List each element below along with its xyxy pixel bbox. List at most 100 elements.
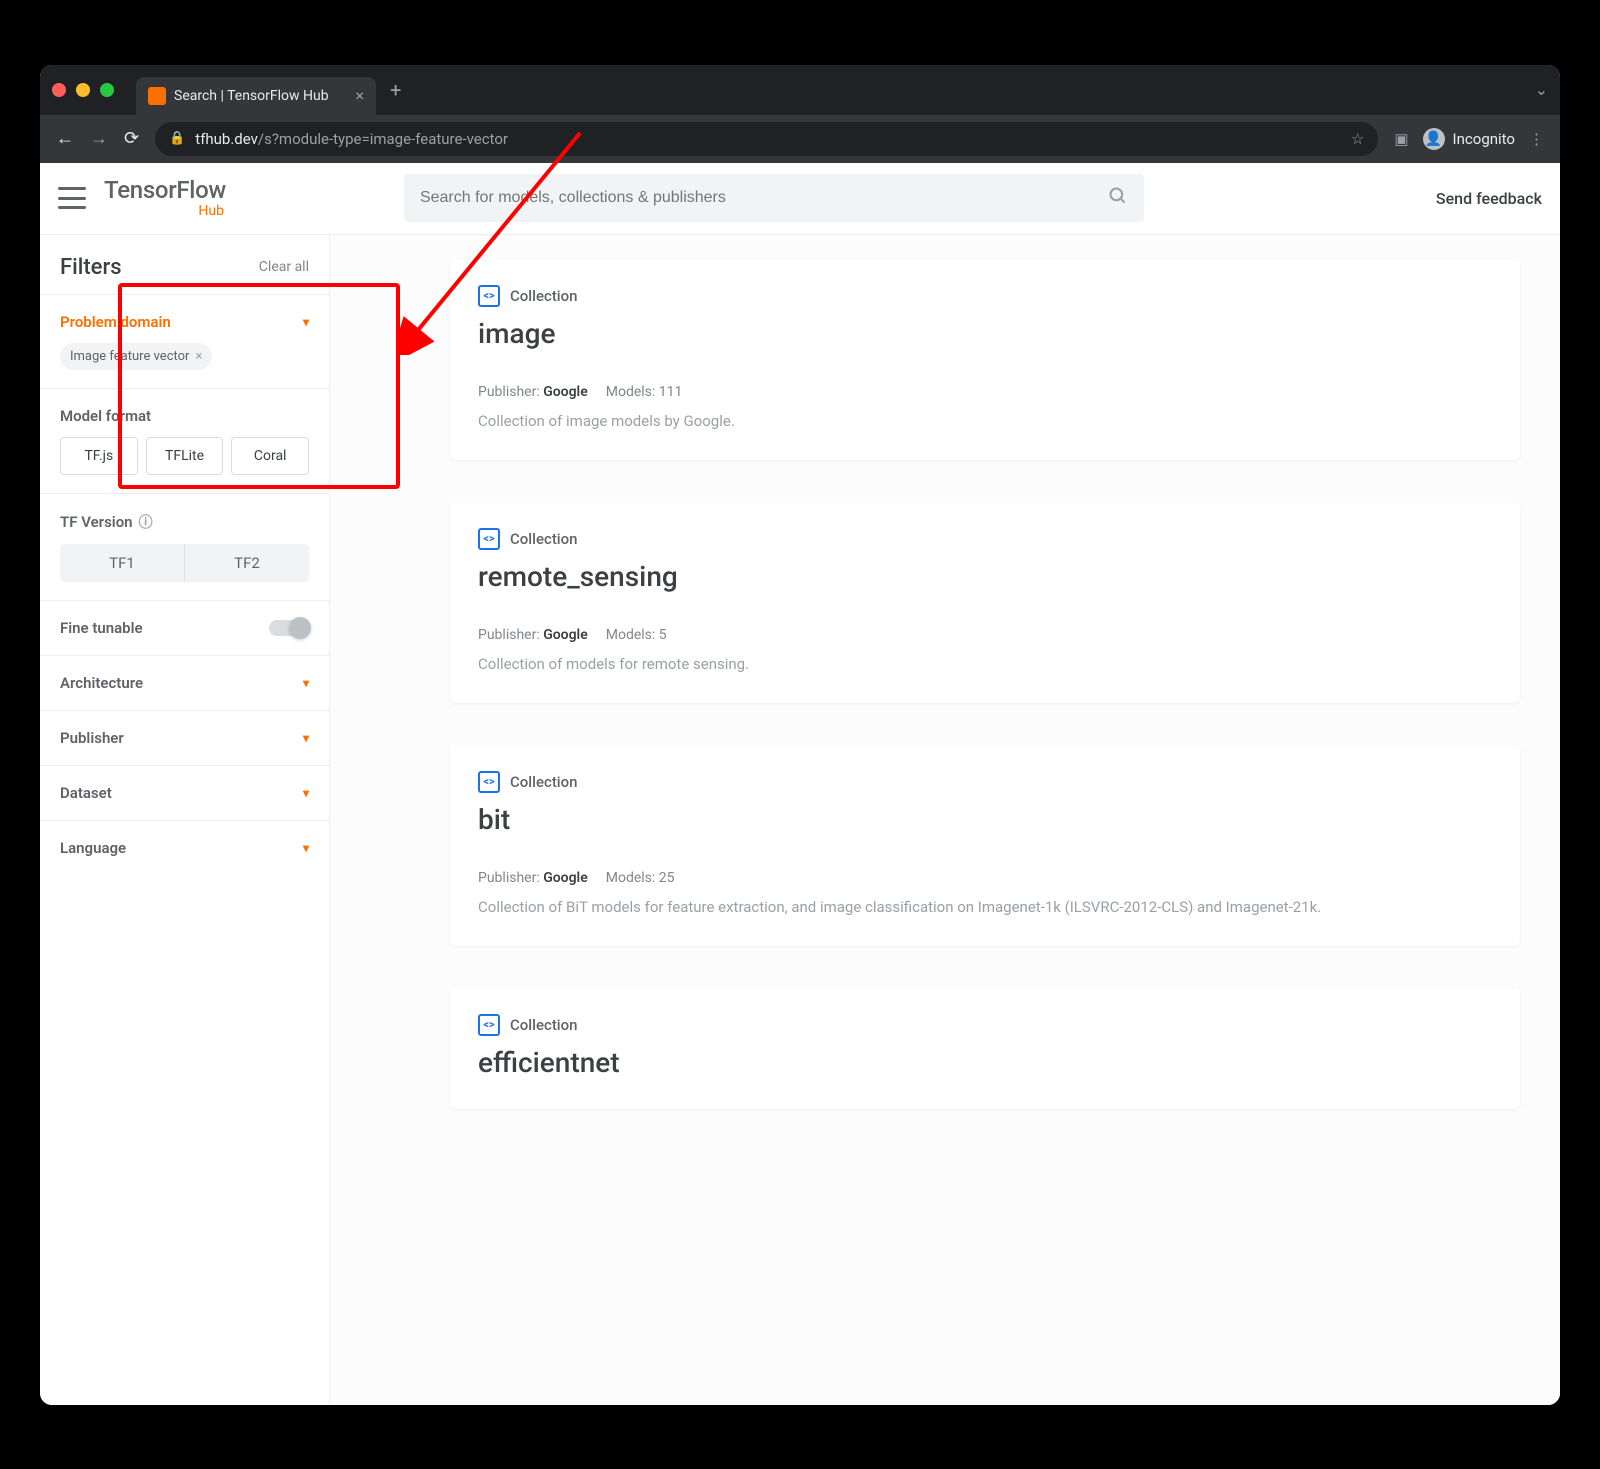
collection-icon: <> (478, 1014, 500, 1036)
filter-problem-domain[interactable]: Problem domain ▾ Image feature vector × (40, 294, 329, 388)
models-label: Models: (606, 870, 656, 886)
filters-sidebar: Filters Clear all Problem domain ▾ Image… (40, 235, 330, 1405)
card-desc: Collection of BiT models for feature ext… (478, 898, 1492, 916)
url-input[interactable]: 🔒 tfhub.dev/s?module-type=image-feature-… (155, 122, 1378, 156)
filter-label: Model format (60, 407, 151, 425)
incognito-label: Incognito (1453, 130, 1515, 148)
filter-chip[interactable]: Image feature vector × (60, 343, 212, 370)
logo-main: TensorFlow (104, 178, 226, 202)
result-card[interactable]: <> Collection remote_sensing Publisher: G… (450, 502, 1520, 703)
publisher-label: Publisher: (478, 627, 540, 643)
models-label: Models: (606, 627, 656, 643)
tabbar-chevron-icon[interactable]: ⌄ (1535, 80, 1548, 99)
publisher-value: Google (543, 384, 588, 400)
fine-tunable-toggle[interactable] (269, 620, 309, 636)
incognito-icon: 👤 (1423, 128, 1445, 150)
chevron-down-icon: ▾ (303, 731, 309, 745)
card-title: bit (478, 803, 1492, 836)
window-close-icon[interactable] (52, 83, 66, 97)
extensions-icon[interactable]: ▣ (1394, 130, 1408, 148)
filter-fine-tunable: Fine tunable (40, 600, 329, 655)
chevron-down-icon: ▾ (303, 841, 309, 855)
card-title: efficientnet (478, 1046, 1492, 1079)
models-value: 111 (659, 384, 683, 400)
nav-forward-button[interactable]: → (90, 128, 108, 149)
format-tfjs-button[interactable]: TF.js (60, 437, 138, 475)
window-maximize-icon[interactable] (100, 83, 114, 97)
tab-title: Search | TensorFlow Hub (174, 88, 329, 104)
bookmark-star-icon[interactable]: ☆ (1351, 130, 1364, 148)
search-icon[interactable] (1108, 186, 1128, 211)
filter-architecture[interactable]: Architecture ▾ (40, 655, 329, 710)
filters-header: Filters Clear all (40, 235, 329, 294)
results-main: <> Collection image Publisher: Google Mod… (330, 235, 1560, 1405)
format-tflite-button[interactable]: TFLite (146, 437, 224, 475)
filter-label: Dataset (60, 784, 112, 802)
browser-address-bar: ← → ⟳ 🔒 tfhub.dev/s?module-type=image-fe… (40, 115, 1560, 163)
filter-publisher[interactable]: Publisher ▾ (40, 710, 329, 765)
nav-back-button[interactable]: ← (56, 128, 74, 149)
page-header: TensorFlow Hub Send feedback (40, 163, 1560, 235)
result-card[interactable]: <> Collection bit Publisher: Google Model… (450, 745, 1520, 946)
publisher-label: Publisher: (478, 870, 540, 886)
models-value: 25 (659, 870, 675, 886)
collection-icon: <> (478, 285, 500, 307)
collection-icon: <> (478, 528, 500, 550)
logo-sub: Hub (198, 204, 224, 218)
publisher-value: Google (543, 627, 588, 643)
tag-label: Collection (510, 530, 578, 548)
filter-label: Architecture (60, 674, 143, 692)
models-value: 5 (659, 627, 667, 643)
filter-label: Language (60, 839, 126, 857)
result-card[interactable]: <> Collection efficientnet (450, 988, 1520, 1109)
logo[interactable]: TensorFlow Hub (104, 178, 226, 218)
window-controls (52, 83, 114, 97)
window-minimize-icon[interactable] (76, 83, 90, 97)
tag-label: Collection (510, 773, 578, 791)
format-coral-button[interactable]: Coral (231, 437, 309, 475)
chevron-down-icon: ▾ (303, 676, 309, 690)
chip-label: Image feature vector (70, 349, 189, 364)
card-title: remote_sensing (478, 560, 1492, 593)
help-icon[interactable]: ⓘ (139, 512, 153, 532)
search-box[interactable] (404, 174, 1144, 222)
filter-label: Publisher (60, 729, 124, 747)
filter-language[interactable]: Language ▾ (40, 820, 329, 875)
new-tab-button[interactable]: + (390, 78, 401, 102)
browser-tab[interactable]: Search | TensorFlow Hub × (136, 77, 376, 115)
card-desc: Collection of models for remote sensing. (478, 655, 1492, 673)
chevron-down-icon: ▾ (303, 786, 309, 800)
incognito-badge: 👤 Incognito (1423, 128, 1515, 150)
nav-reload-button[interactable]: ⟳ (124, 128, 139, 149)
filter-tf-version: TF Version ⓘ TF1 TF2 (40, 493, 329, 600)
filter-label: Fine tunable (60, 619, 143, 637)
url-domain: tfhub.dev (195, 130, 258, 148)
tab-close-icon[interactable]: × (355, 86, 364, 105)
models-label: Models: (606, 384, 656, 400)
tf2-button[interactable]: TF2 (185, 544, 309, 582)
tag-label: Collection (510, 1016, 578, 1034)
browser-tab-bar: Search | TensorFlow Hub × + ⌄ (40, 65, 1560, 115)
filter-model-format: Model format TF.js TFLite Coral (40, 388, 329, 493)
url-path: /s?module-type=image-feature-vector (258, 130, 508, 148)
hamburger-menu-button[interactable] (58, 187, 86, 209)
publisher-value: Google (543, 870, 588, 886)
card-desc: Collection of image models by Google. (478, 412, 1492, 430)
result-card[interactable]: <> Collection image Publisher: Google Mod… (450, 259, 1520, 460)
filter-dataset[interactable]: Dataset ▾ (40, 765, 329, 820)
chevron-down-icon: ▾ (303, 315, 309, 329)
tab-favicon-icon (148, 87, 166, 105)
lock-icon: 🔒 (169, 131, 185, 146)
card-title: image (478, 317, 1492, 350)
send-feedback-link[interactable]: Send feedback (1436, 189, 1542, 208)
filter-label: TF Version (60, 513, 133, 531)
tag-label: Collection (510, 287, 578, 305)
clear-all-link[interactable]: Clear all (259, 259, 309, 275)
collection-icon: <> (478, 771, 500, 793)
chip-remove-icon[interactable]: × (195, 349, 202, 364)
publisher-label: Publisher: (478, 384, 540, 400)
search-input[interactable] (420, 189, 1108, 207)
tf1-button[interactable]: TF1 (60, 544, 185, 582)
filter-label: Problem domain (60, 313, 171, 331)
browser-menu-icon[interactable]: ⋮ (1529, 130, 1544, 148)
